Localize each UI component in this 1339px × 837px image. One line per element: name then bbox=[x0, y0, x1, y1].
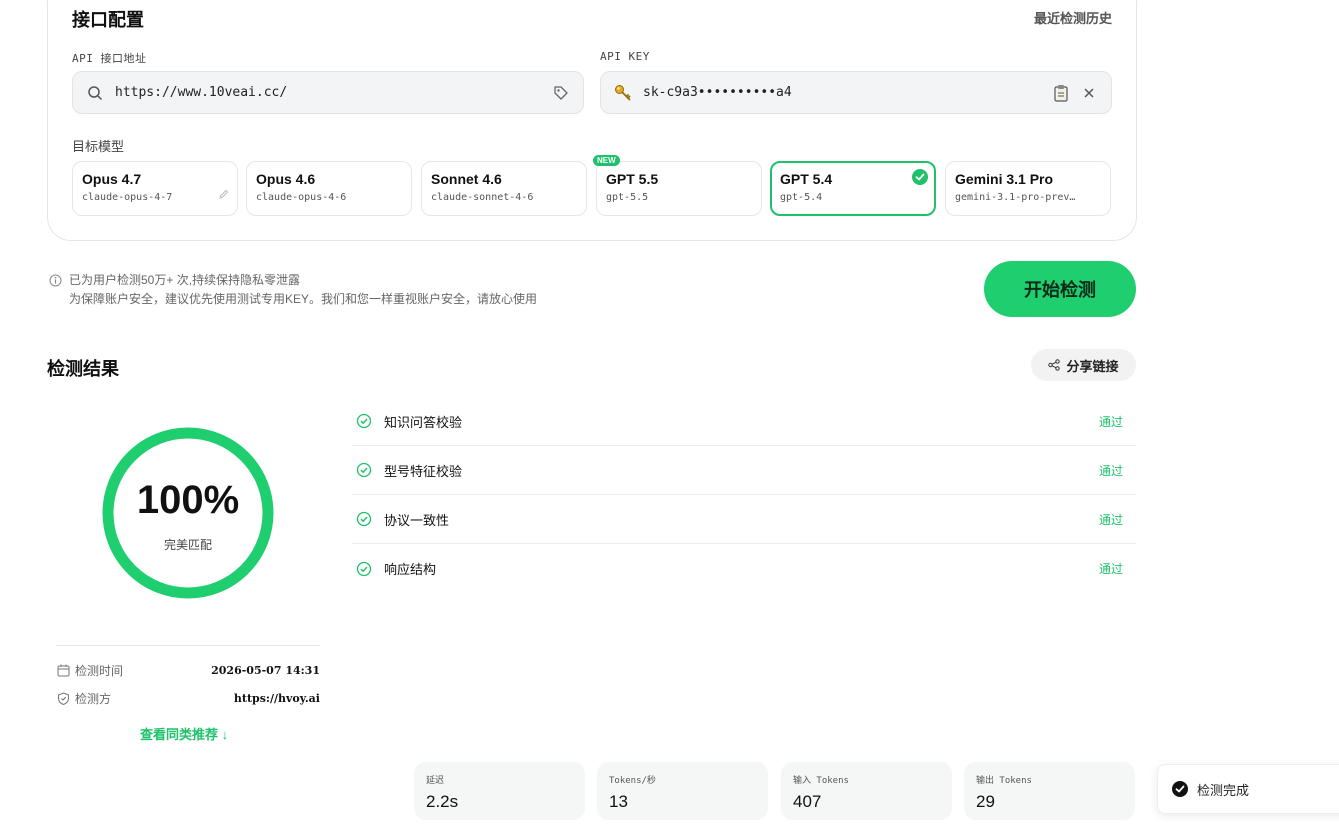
model-name: GPT 5.5 bbox=[606, 171, 659, 187]
tester-row: 检测方 https://hvoy.ai bbox=[57, 690, 320, 707]
check-status: 通过 bbox=[1098, 414, 1123, 429]
key-icon bbox=[613, 83, 633, 103]
model-id: claude-opus-4-7 bbox=[82, 192, 173, 203]
toast-message: 检测完成 bbox=[1197, 782, 1250, 798]
stat-card-output-tokens: 输出 Tokens 29 bbox=[964, 762, 1135, 820]
check-item: 协议一致性 通过 bbox=[352, 495, 1136, 544]
api-key-input[interactable] bbox=[643, 85, 1051, 100]
model-card-gemini-3-1-pro[interactable]: Gemini 3.1 Pro gemini-3.1-pro-prev… bbox=[945, 161, 1111, 216]
stat-card-latency: 延迟 2.2s bbox=[414, 762, 585, 820]
check-status: 通过 bbox=[1098, 463, 1123, 478]
shield-icon bbox=[57, 692, 70, 705]
api-url-input[interactable] bbox=[115, 85, 551, 100]
check-list: 知识问答校验 通过 型号特征校验 通过 协议一致性 通过 响应结构 通过 bbox=[352, 397, 1136, 593]
pencil-icon[interactable] bbox=[218, 187, 229, 205]
model-card-gpt-5-5[interactable]: NEW GPT 5.5 gpt-5.5 bbox=[593, 155, 762, 216]
model-card-gpt-5-4[interactable]: GPT 5.4 gpt-5.4 bbox=[770, 161, 936, 216]
notice-line-2: 为保障账户安全，建议优先使用测试专用KEY。我们和您一样重视账户安全，请放心使用 bbox=[69, 292, 538, 306]
check-name: 知识问答校验 bbox=[384, 414, 463, 430]
start-detection-button[interactable]: 开始检测 bbox=[984, 261, 1136, 317]
api-url-label: API 接口地址 bbox=[72, 52, 147, 65]
stat-value: 13 bbox=[609, 792, 628, 811]
share-link-button[interactable]: 分享链接 bbox=[1031, 349, 1136, 381]
model-name: Opus 4.7 bbox=[82, 171, 142, 187]
check-item: 知识问答校验 通过 bbox=[352, 397, 1136, 446]
new-badge: NEW bbox=[593, 155, 620, 166]
check-circle-icon bbox=[356, 462, 372, 478]
stat-value: 407 bbox=[793, 792, 822, 811]
clipboard-icon[interactable] bbox=[1051, 83, 1071, 103]
toast-notification: 检测完成 bbox=[1157, 764, 1339, 814]
check-status: 通过 bbox=[1098, 512, 1123, 527]
share-icon bbox=[1048, 359, 1061, 371]
detection-time-label: 检测时间 bbox=[75, 664, 124, 678]
tag-icon[interactable] bbox=[551, 83, 571, 103]
model-id: gpt-5.4 bbox=[780, 192, 823, 203]
model-id: gpt-5.5 bbox=[606, 192, 649, 203]
detection-time-value: 2026-05-07 14:31 bbox=[211, 664, 320, 677]
similar-recommendations-link[interactable]: 查看同类推荐 ↓ bbox=[140, 724, 228, 743]
stat-label: Tokens/秒 bbox=[609, 776, 656, 786]
api-key-label: API KEY bbox=[600, 50, 650, 63]
model-name: Sonnet 4.6 bbox=[431, 171, 502, 187]
model-name: Opus 4.6 bbox=[256, 171, 316, 187]
check-circle-icon bbox=[356, 413, 372, 429]
stat-value: 2.2s bbox=[426, 792, 459, 811]
privacy-notice: 已为用户检测50万+ 次,持续保持隐私零泄露 为保障账户安全，建议优先使用测试专… bbox=[49, 271, 537, 309]
model-name: Gemini 3.1 Pro bbox=[955, 171, 1054, 187]
check-filled-icon bbox=[1172, 781, 1188, 797]
model-card-opus-4-7[interactable]: Opus 4.7 claude-opus-4-7 bbox=[72, 161, 238, 216]
stat-card-tokens-per-sec: Tokens/秒 13 bbox=[597, 762, 768, 820]
check-item: 型号特征校验 通过 bbox=[352, 446, 1136, 495]
stat-value: 29 bbox=[976, 792, 995, 811]
check-name: 协议一致性 bbox=[384, 512, 450, 528]
stat-label: 延迟 bbox=[426, 776, 445, 786]
detection-time-row: 检测时间 2026-05-07 14:31 bbox=[57, 662, 320, 679]
check-circle-icon bbox=[356, 511, 372, 527]
stat-label: 输出 Tokens bbox=[976, 776, 1032, 786]
score-value: 100% bbox=[136, 478, 240, 522]
notice-line-1: 已为用户检测50万+ 次,持续保持隐私零泄露 bbox=[69, 273, 301, 287]
model-id: gemini-3.1-pro-prev… bbox=[955, 192, 1076, 203]
selected-check-icon bbox=[912, 169, 928, 185]
results-title: 检测结果 bbox=[47, 359, 119, 379]
config-title: 接口配置 bbox=[72, 10, 144, 30]
share-label: 分享链接 bbox=[1066, 358, 1119, 374]
stat-card-input-tokens: 输入 Tokens 407 bbox=[781, 762, 952, 820]
api-url-field[interactable] bbox=[72, 71, 584, 114]
check-name: 响应结构 bbox=[384, 562, 437, 577]
model-card-opus-4-6[interactable]: Opus 4.6 claude-opus-4-6 bbox=[246, 161, 412, 216]
model-label: 目标模型 bbox=[72, 139, 125, 154]
stat-label: 输入 Tokens bbox=[793, 776, 849, 786]
check-name: 型号特征校验 bbox=[384, 463, 463, 479]
close-icon[interactable] bbox=[1079, 83, 1099, 103]
check-item: 响应结构 通过 bbox=[352, 544, 1136, 593]
tester-value: https://hvoy.ai bbox=[233, 692, 320, 705]
api-key-field[interactable] bbox=[600, 71, 1112, 114]
check-status: 通过 bbox=[1098, 562, 1123, 576]
model-id: claude-sonnet-4-6 bbox=[431, 192, 534, 203]
model-name: GPT 5.4 bbox=[780, 171, 833, 187]
divider bbox=[56, 645, 320, 646]
model-card-sonnet-4-6[interactable]: Sonnet 4.6 claude-sonnet-4-6 bbox=[421, 161, 587, 216]
calendar-icon bbox=[57, 664, 70, 677]
model-id: claude-opus-4-6 bbox=[256, 192, 347, 203]
search-icon bbox=[85, 83, 105, 103]
check-circle-icon bbox=[356, 561, 372, 577]
tester-label: 检测方 bbox=[75, 692, 112, 706]
history-link[interactable]: 最近检测历史 bbox=[1034, 8, 1112, 27]
score-label: 完美匹配 bbox=[163, 538, 212, 552]
info-icon bbox=[49, 274, 62, 287]
